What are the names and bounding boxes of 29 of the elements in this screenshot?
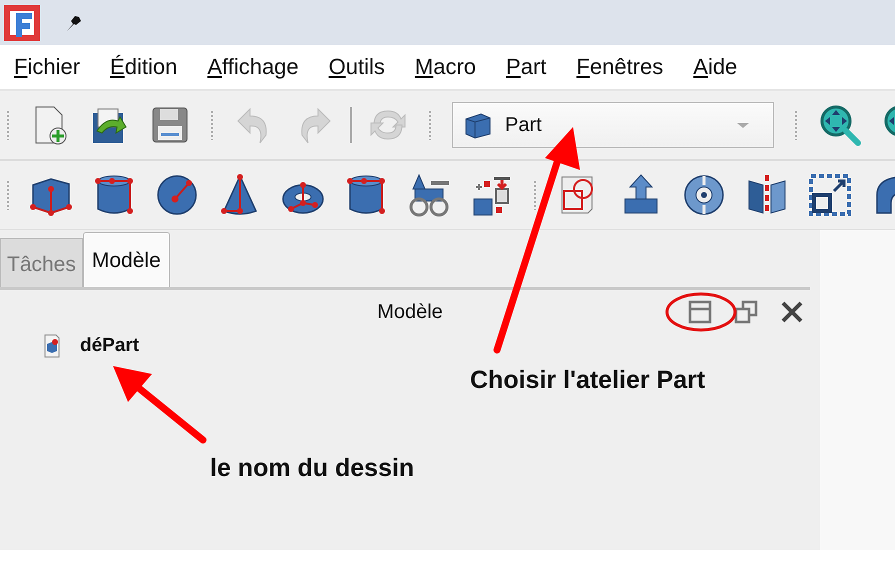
tree-item[interactable]: déPart xyxy=(80,335,140,357)
menu-item[interactable]: Affichage xyxy=(207,54,299,80)
sphere-icon[interactable] xyxy=(155,173,199,217)
menu-item[interactable]: Fichier xyxy=(14,54,80,80)
save-icon[interactable] xyxy=(150,105,190,145)
document-icon xyxy=(44,334,60,358)
menu-item[interactable]: Édition xyxy=(110,54,178,80)
annotation-label: le nom du dessin xyxy=(210,454,414,483)
tube-icon[interactable] xyxy=(344,173,388,217)
dock-icon[interactable] xyxy=(688,300,712,324)
menu-item[interactable]: Aide xyxy=(693,54,738,80)
float-window-icon[interactable] xyxy=(734,300,758,324)
annotation-label: Choisir l'atelier Part xyxy=(470,366,706,395)
panel-tab[interactable]: Modèle xyxy=(82,232,170,287)
menu-item[interactable]: Macro xyxy=(414,54,476,80)
workbench-dropdown[interactable]: Part xyxy=(452,102,774,148)
close-icon[interactable] xyxy=(780,300,804,324)
cylinder-icon[interactable] xyxy=(92,173,136,217)
menu-item[interactable]: Fenêtres xyxy=(576,54,664,80)
menu-item[interactable]: Part xyxy=(506,54,546,80)
zoom-fit-icon[interactable] xyxy=(818,103,862,147)
caret-icon xyxy=(737,122,749,128)
offset-icon[interactable] xyxy=(808,173,852,217)
highlight-ellipse xyxy=(666,292,736,332)
menu-item[interactable]: Outils xyxy=(328,54,385,80)
primitives-icon[interactable] xyxy=(407,173,451,217)
app-logo-icon xyxy=(4,4,40,40)
revolve-icon[interactable] xyxy=(682,173,726,217)
panel-title: Modèle xyxy=(377,300,443,324)
